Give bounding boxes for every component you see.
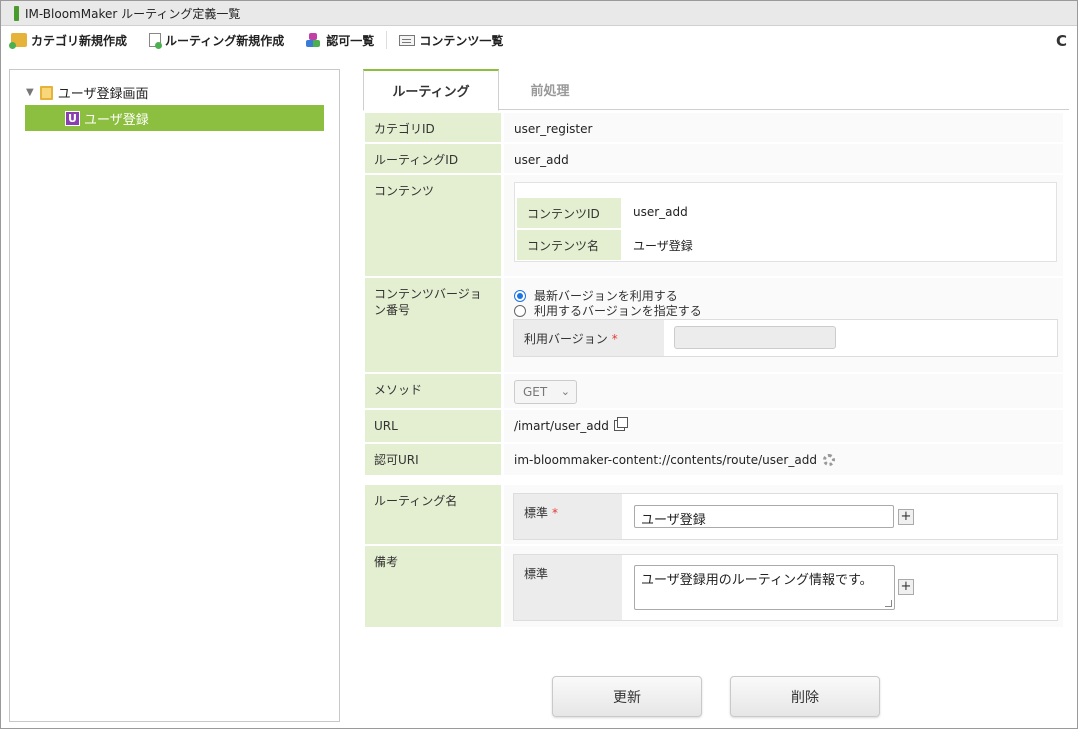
use-version-box: 利用バージョン * xyxy=(513,319,1058,357)
method-value-area xyxy=(504,374,1063,408)
folder-icon xyxy=(39,85,53,100)
routing-name-box: 標準 * ユーザ登録 + xyxy=(513,493,1058,540)
tree-leaf-selected[interactable]: U ユーザ登録 xyxy=(25,105,324,131)
tree-leaf-label: ユーザ登録 xyxy=(84,112,149,128)
remarks-standard-cell: 標準 xyxy=(514,555,622,620)
app-icon xyxy=(14,5,19,21)
authorization-list-label: 認可一覧 xyxy=(326,33,375,48)
contents-id-label: コンテンツID xyxy=(517,198,621,228)
contents-name-value: ユーザ登録 xyxy=(633,239,693,253)
routing-name-standard-cell: 標準 * xyxy=(514,494,622,539)
window-title: IM-BloomMaker ルーティング定義一覧 xyxy=(25,6,241,21)
toolbar: カテゴリ新規作成 ルーティング新規作成 認可一覧 コンテンツ一覧 xyxy=(1,26,1077,54)
required-mark: * xyxy=(552,506,559,520)
toolbar-divider xyxy=(386,31,388,49)
delete-button[interactable]: 削除 xyxy=(730,676,880,717)
remarks-text: ユーザ登録用のルーティング情報です。 xyxy=(641,573,873,588)
users-icon xyxy=(306,33,322,47)
contents-list-button[interactable]: コンテンツ一覧 xyxy=(399,32,503,49)
use-version-input[interactable] xyxy=(674,326,836,349)
routing-name-label: ルーティング名 xyxy=(365,485,501,544)
new-routing-label: ルーティング新規作成 xyxy=(165,33,285,48)
routing-id-value: user_add xyxy=(504,144,1063,173)
radio-specify-label: 利用するバージョンを指定する xyxy=(534,304,702,318)
required-mark: * xyxy=(611,332,618,346)
radio-latest-button[interactable] xyxy=(514,289,526,302)
method-label: メソッド xyxy=(365,374,501,408)
method-select[interactable]: GET ⌄ xyxy=(514,380,577,404)
remarks-textarea[interactable]: ユーザ登録用のルーティング情報です。 xyxy=(634,565,895,610)
document-add-icon xyxy=(149,33,163,49)
new-routing-button[interactable]: ルーティング新規作成 xyxy=(149,32,284,49)
contents-list-icon xyxy=(399,34,416,46)
radio-specify-version[interactable]: 利用するバージョンを指定する xyxy=(514,302,702,319)
chevron-down-icon: ⌄ xyxy=(560,385,570,398)
new-category-label: カテゴリ新規作成 xyxy=(31,33,128,48)
refresh-icon[interactable]: C xyxy=(1056,32,1067,50)
contents-label: コンテンツ xyxy=(365,175,501,276)
contents-list-label: コンテンツ一覧 xyxy=(419,33,504,48)
category-id-value: user_register xyxy=(504,113,1063,142)
authorization-list-button[interactable]: 認可一覧 xyxy=(306,32,374,49)
remarks-box: 標準 ユーザ登録用のルーティング情報です。 + xyxy=(513,554,1058,621)
window-titlebar: IM-BloomMaker ルーティング定義一覧 xyxy=(1,1,1077,26)
add-language-button[interactable]: + xyxy=(898,509,914,525)
auth-uri-label: 認可URI xyxy=(365,444,501,475)
tab-bar: ルーティング 前処理 xyxy=(363,69,1069,111)
auth-uri-value: im-bloommaker-content://contents/route/u… xyxy=(514,453,817,467)
new-category-button[interactable]: カテゴリ新規作成 xyxy=(9,32,128,49)
routing-name-standard-label: 標準 xyxy=(524,506,549,520)
update-button[interactable]: 更新 xyxy=(552,676,702,717)
resize-handle-icon[interactable] xyxy=(885,600,892,607)
routing-id-label: ルーティングID xyxy=(365,144,501,173)
routing-name-input[interactable]: ユーザ登録 xyxy=(634,505,894,528)
remarks-label: 備考 xyxy=(365,546,501,627)
contents-id-value: user_add xyxy=(633,205,688,219)
folder-add-icon xyxy=(9,33,27,49)
url-value: /imart/user_add xyxy=(514,419,609,433)
tree-folder-node[interactable]: ▼ ユーザ登録画面 xyxy=(26,83,148,102)
remarks-standard-label: 標準 xyxy=(524,567,549,581)
copy-icon[interactable] xyxy=(613,417,628,431)
tree-folder-label: ユーザ登録画面 xyxy=(57,87,149,102)
category-id-label: カテゴリID xyxy=(365,113,501,142)
contents-name-label: コンテンツ名 xyxy=(517,230,621,260)
auth-uri-value-area: im-bloommaker-content://contents/route/u… xyxy=(504,444,1063,475)
contents-version-label: コンテンツバージョン番号 xyxy=(365,278,501,372)
routing-tree-panel: ▼ ユーザ登録画面 U ユーザ登録 xyxy=(9,69,340,722)
gear-icon[interactable] xyxy=(822,454,835,466)
use-version-label-cell: 利用バージョン * xyxy=(514,320,664,356)
tab-routing[interactable]: ルーティング xyxy=(363,69,499,111)
tab-preprocess[interactable]: 前処理 xyxy=(500,69,600,110)
url-label: URL xyxy=(365,410,501,442)
method-select-value: GET xyxy=(523,385,548,399)
expand-arrow-icon[interactable]: ▼ xyxy=(26,87,34,98)
add-language-button[interactable]: + xyxy=(898,579,914,595)
use-version-label: 利用バージョン xyxy=(524,332,608,346)
url-value-area: /imart/user_add xyxy=(504,410,1063,442)
routing-badge-icon: U xyxy=(65,110,80,126)
contents-info-table: コンテンツID user_add コンテンツ名 ユーザ登録 xyxy=(514,182,1057,262)
radio-specify-button[interactable] xyxy=(514,304,526,317)
